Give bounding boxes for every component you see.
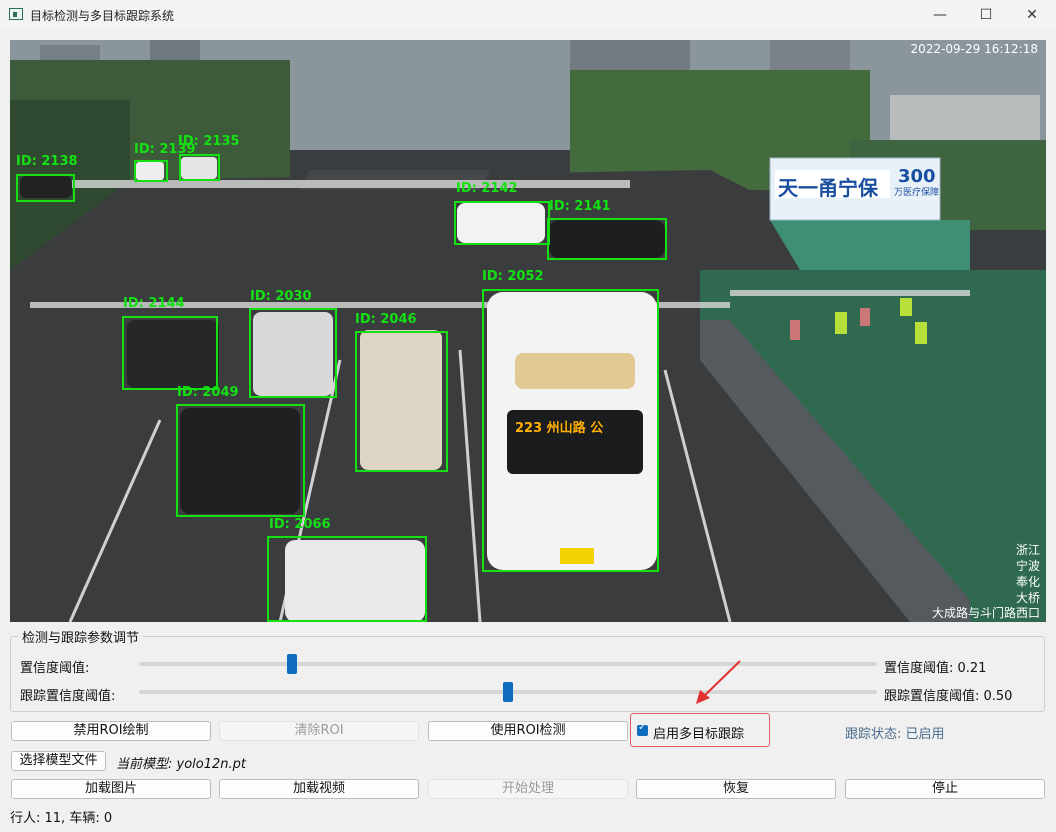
detection-box	[122, 316, 218, 390]
detection-box	[482, 289, 659, 572]
detection-label: ID: 2030	[250, 289, 312, 304]
use-roi-button[interactable]: 使用ROI检测	[428, 721, 628, 741]
detection-label: ID: 2141	[549, 199, 611, 214]
location-line: 宁波	[1015, 559, 1040, 573]
billboard-number: 300	[898, 166, 936, 187]
confidence-slider-handle[interactable]	[287, 654, 297, 674]
detection-label: ID: 2142	[456, 181, 518, 196]
billboard-subtext: 万医疗保障	[894, 186, 939, 198]
detection-label: ID: 2144	[123, 296, 185, 311]
billboard-text: 天一甬宁保	[778, 176, 879, 200]
clear-roi-button[interactable]: 清除ROI	[219, 721, 419, 741]
detection-box	[176, 404, 305, 517]
detection-box	[134, 160, 168, 182]
tracking-confidence-slider-handle[interactable]	[503, 682, 513, 702]
detection-label: ID: 2135	[178, 134, 240, 149]
detection-box	[454, 201, 550, 245]
start-processing-button[interactable]: 开始处理	[428, 779, 628, 799]
location-line: 大成路与斗门路西口	[931, 606, 1040, 620]
window-title: 目标检测与多目标跟踪系统	[30, 9, 175, 23]
detection-label: ID: 2046	[355, 312, 417, 327]
tracking-status: 跟踪状态: 已启用	[845, 727, 945, 742]
maximize-button[interactable]: ☐	[963, 0, 1009, 30]
stop-button[interactable]: 停止	[845, 779, 1045, 799]
detection-label: ID: 2049	[177, 385, 239, 400]
detection-box	[267, 536, 427, 622]
minimize-button[interactable]: —	[917, 0, 963, 30]
detection-label: ID: 2066	[269, 517, 331, 532]
confidence-slider[interactable]	[139, 662, 877, 666]
load-image-button[interactable]: 加载图片	[11, 779, 211, 799]
select-model-button[interactable]: 选择模型文件	[11, 751, 106, 771]
detection-box	[179, 154, 220, 181]
video-timestamp: 2022-09-29 16:12:18	[910, 42, 1038, 56]
confidence-value: 置信度阈值: 0.21	[884, 661, 987, 676]
detection-box	[547, 218, 667, 260]
tracking-checkbox-label[interactable]: 启用多目标跟踪	[653, 723, 744, 742]
detection-counts: 行人: 11, 车辆: 0	[10, 811, 113, 826]
confidence-label: 置信度阈值:	[20, 661, 90, 676]
detection-box	[16, 174, 75, 202]
disable-roi-button[interactable]: 禁用ROI绘制	[11, 721, 211, 741]
detection-box	[249, 308, 337, 398]
location-line: 奉化	[1015, 575, 1040, 589]
tracking-confidence-label: 跟踪置信度阈值:	[20, 689, 116, 704]
param-group-title: 检测与跟踪参数调节	[18, 627, 144, 646]
detection-label: ID: 2138	[16, 154, 78, 169]
tracking-confidence-value: 跟踪置信度阈值: 0.50	[884, 689, 1013, 704]
close-button[interactable]: ✕	[1009, 0, 1055, 30]
location-line: 浙江	[1015, 543, 1040, 557]
detection-label: ID: 2052	[482, 269, 544, 284]
load-video-button[interactable]: 加载视频	[219, 779, 419, 799]
resume-button[interactable]: 恢复	[636, 779, 836, 799]
annotation-arrow	[696, 660, 741, 704]
detection-box	[355, 331, 448, 472]
video-display[interactable]: 天一甬宁保 300 万医疗保障 223 州山路 公 ID: 2138 ID: 2…	[10, 40, 1046, 622]
app-icon	[9, 8, 23, 20]
tracking-checkbox[interactable]	[637, 722, 648, 736]
current-model-label: 当前模型: yolo12n.pt	[116, 757, 246, 772]
